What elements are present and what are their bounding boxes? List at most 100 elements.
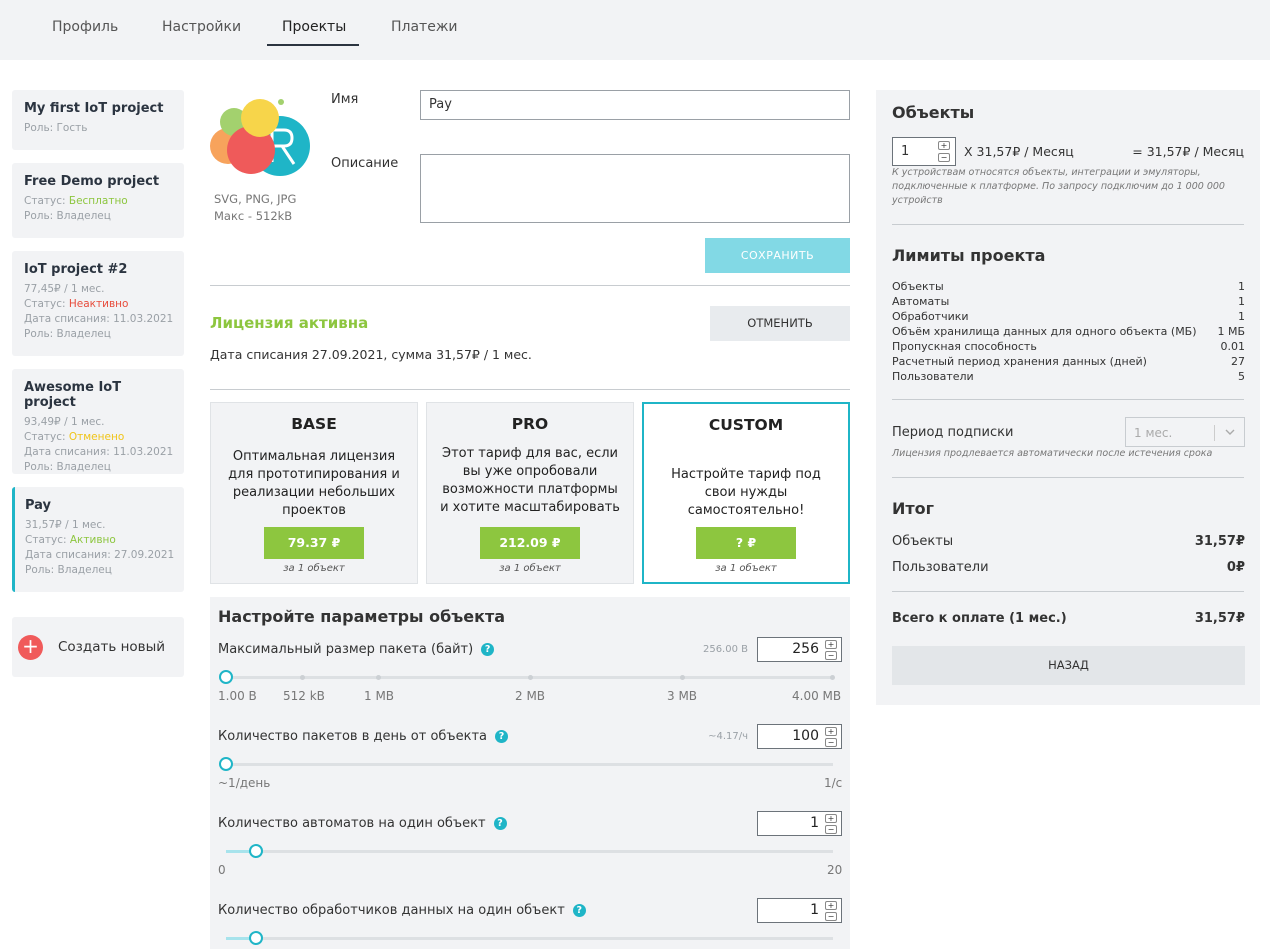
objects-total: = 31,57₽ / Месяц bbox=[1132, 144, 1244, 159]
packet-size-stepper[interactable]: 256 + − bbox=[757, 637, 842, 662]
automata-slider[interactable] bbox=[226, 844, 833, 858]
handlers-stepper[interactable]: 1 + − bbox=[757, 898, 842, 923]
tick-label: 512 kB bbox=[283, 689, 325, 703]
plan-card-base[interactable]: BASE Оптимальная лицензия для прототипир… bbox=[210, 402, 418, 584]
slider-handle[interactable] bbox=[249, 844, 264, 858]
divider bbox=[210, 389, 850, 390]
limit-row: Пользователи 5 bbox=[892, 370, 1245, 383]
license-date-info: Дата списания 27.09.2021, сумма 31,57₽ /… bbox=[210, 347, 532, 362]
increment-icon[interactable]: + bbox=[825, 814, 837, 823]
object-params-panel: Настройте параметры объекта Максимальный… bbox=[210, 597, 850, 949]
plan-price-button[interactable]: 212.09 ₽ bbox=[480, 527, 580, 559]
limit-row: Обработчики 1 bbox=[892, 310, 1245, 323]
limit-row: Расчетный период хранения данных (дней) 2… bbox=[892, 355, 1245, 368]
project-card-awesome[interactable]: Awesome IoT project 93,49₽ / 1 мес. Стат… bbox=[12, 369, 184, 474]
decrement-icon[interactable]: − bbox=[825, 825, 837, 834]
tick-label: 1 MB bbox=[364, 689, 395, 703]
name-input[interactable]: Pay bbox=[420, 90, 850, 120]
tick-label: 2 MB bbox=[515, 689, 546, 703]
handlers-label: Количество обработчиков данных на один о… bbox=[218, 903, 586, 918]
objects-count-stepper[interactable]: 1 + − bbox=[892, 137, 956, 166]
slider-max-label: 1/с bbox=[824, 776, 843, 790]
objects-title: Объекты bbox=[892, 103, 975, 122]
divider bbox=[892, 477, 1244, 478]
divider bbox=[892, 399, 1244, 400]
packet-size-hint: 256.00 B bbox=[702, 644, 748, 655]
packets-per-day-label: Количество пакетов в день от объекта? bbox=[218, 729, 509, 744]
project-price: 93,49₽ / 1 мес. bbox=[24, 416, 105, 428]
increment-icon[interactable]: + bbox=[825, 901, 837, 910]
chevron-down-icon bbox=[1225, 429, 1235, 435]
cancel-license-button[interactable]: ОТМЕНИТЬ bbox=[710, 306, 850, 341]
plan-unit: за 1 объект bbox=[715, 563, 777, 574]
top-tabs: Профиль Настройки Проекты Платежи bbox=[0, 0, 1270, 60]
project-status: Статус: Активно bbox=[25, 534, 116, 546]
limit-row: Автоматы 1 bbox=[892, 295, 1245, 308]
plus-icon: + bbox=[18, 635, 43, 660]
logo-max-size: Макс - 512kB bbox=[214, 209, 293, 223]
plan-card-pro[interactable]: PRO Этот тариф для вас, если вы уже опро… bbox=[426, 402, 634, 584]
tab-settings[interactable]: Настройки bbox=[162, 19, 241, 35]
increment-icon[interactable]: + bbox=[825, 727, 837, 736]
increment-icon[interactable]: + bbox=[825, 640, 837, 649]
stepper-value: 1 bbox=[810, 902, 819, 918]
stepper-value: 1 bbox=[901, 144, 910, 159]
handlers-slider[interactable] bbox=[226, 931, 833, 945]
decrement-icon[interactable]: − bbox=[938, 153, 950, 162]
help-icon[interactable]: ? bbox=[572, 904, 586, 917]
create-project-button[interactable]: + Создать новый bbox=[12, 617, 184, 677]
packets-per-day-slider[interactable] bbox=[219, 757, 833, 771]
packet-size-slider[interactable] bbox=[219, 670, 835, 684]
help-icon[interactable]: ? bbox=[481, 643, 495, 656]
decrement-icon[interactable]: − bbox=[825, 651, 837, 660]
plan-name: PRO bbox=[511, 415, 549, 433]
project-card-free-demo[interactable]: Free Demo project Статус: Бесплатно Роль… bbox=[12, 163, 184, 238]
help-icon[interactable]: ? bbox=[495, 730, 509, 743]
slider-handle[interactable] bbox=[219, 670, 233, 684]
divider bbox=[892, 591, 1244, 592]
back-button[interactable]: НАЗАД bbox=[892, 646, 1245, 685]
slider-tick bbox=[830, 675, 835, 680]
description-input[interactable] bbox=[420, 154, 850, 223]
increment-icon[interactable]: + bbox=[938, 141, 950, 150]
select-separator bbox=[1214, 425, 1215, 441]
project-card-my-first[interactable]: My first IoT project Роль: Гость bbox=[12, 90, 184, 150]
project-card-pay[interactable]: Pay 31,57₽ / 1 мес. Статус: Активно Дата… bbox=[12, 487, 184, 592]
project-date: Дата списания: 11.03.2021 bbox=[24, 313, 174, 325]
project-role: Роль: Владелец bbox=[24, 461, 111, 473]
project-logo-image[interactable] bbox=[208, 96, 312, 182]
automata-stepper[interactable]: 1 + − bbox=[757, 811, 842, 836]
save-button[interactable]: СОХРАНИТЬ bbox=[705, 238, 850, 273]
plan-price-button[interactable]: 79.37 ₽ bbox=[264, 527, 364, 559]
slider-tick bbox=[376, 675, 381, 680]
slider-tick bbox=[528, 675, 533, 680]
period-note: Лицензия продлевается автоматически посл… bbox=[892, 448, 1213, 459]
total-row: Объекты 31,57₽ bbox=[892, 534, 1245, 549]
tick-label: 1.00 B bbox=[218, 689, 257, 703]
slider-handle[interactable] bbox=[249, 931, 264, 945]
slider-max-label: 20 bbox=[827, 863, 843, 877]
plan-card-custom[interactable]: CUSTOM Настройте тариф под свои нужды са… bbox=[642, 402, 850, 584]
project-title: My first IoT project bbox=[24, 101, 164, 116]
limit-row: Объекты 1 bbox=[892, 280, 1245, 293]
slider-handle[interactable] bbox=[219, 757, 233, 771]
total-row: Пользователи 0₽ bbox=[892, 560, 1245, 575]
tab-profile[interactable]: Профиль bbox=[52, 19, 118, 35]
tab-projects[interactable]: Проекты bbox=[282, 19, 346, 35]
slider-tick bbox=[680, 675, 685, 680]
project-date: Дата списания: 27.09.2021 bbox=[25, 549, 175, 561]
period-select[interactable]: 1 мес. bbox=[1125, 417, 1245, 447]
project-card-iot-2[interactable]: IoT project #2 77,45₽ / 1 мес. Статус: Н… bbox=[12, 251, 184, 356]
plan-description: Оптимальная лицензия для прототипировани… bbox=[228, 449, 400, 518]
decrement-icon[interactable]: − bbox=[825, 738, 837, 747]
project-role: Роль: Владелец bbox=[24, 328, 111, 340]
help-icon[interactable]: ? bbox=[493, 817, 507, 830]
description-label: Описание bbox=[331, 156, 399, 171]
decrement-icon[interactable]: − bbox=[825, 912, 837, 921]
slider-min-label: ~1/день bbox=[218, 776, 271, 790]
packets-per-day-stepper[interactable]: 100 + − bbox=[757, 724, 842, 749]
status-value: Неактивно bbox=[68, 298, 129, 310]
plan-price-button[interactable]: ? ₽ bbox=[696, 527, 796, 559]
tab-payments[interactable]: Платежи bbox=[391, 19, 458, 35]
status-value: Активно bbox=[69, 534, 116, 546]
